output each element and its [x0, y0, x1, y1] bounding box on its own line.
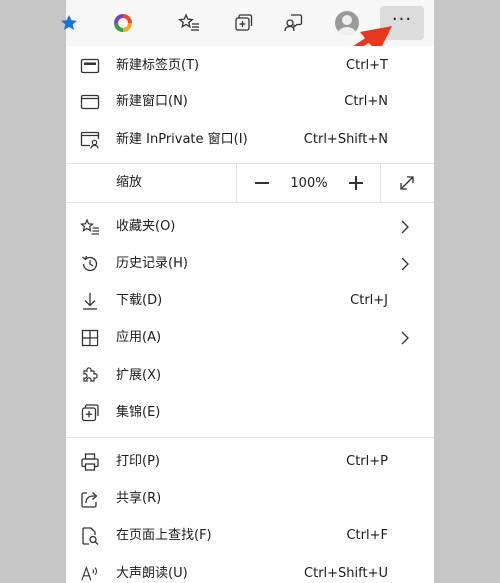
menu-item-apps[interactable]: 应用(A) — [66, 320, 434, 356]
menu-item-new-window[interactable]: 新建窗口(N) Ctrl+N — [66, 84, 434, 120]
menu-item-find-on-page[interactable]: 在页面上查找(F) Ctrl+F — [66, 518, 434, 554]
menu-item-read-aloud[interactable]: 大声朗读(U) Ctrl+Shift+U — [66, 556, 434, 583]
shortcut-text: Ctrl+N — [344, 94, 388, 109]
menu-item-new-inprivate-window[interactable]: 新建 InPrivate 窗口(I) Ctrl+Shift+N — [66, 122, 434, 158]
menu-item-downloads[interactable]: 下载(D) Ctrl+J — [66, 283, 434, 319]
zoom-divider — [380, 164, 381, 202]
zoom-control-row: 缩放 100% — [66, 164, 434, 202]
menu-item-collections[interactable]: 集锦(E) — [66, 395, 434, 431]
shortcut-text: Ctrl+Shift+U — [304, 566, 388, 581]
plus-icon — [349, 176, 363, 190]
menu-item-new-tab[interactable]: 新建标签页(T) Ctrl+T — [66, 48, 434, 84]
menu-item-share[interactable]: 共享(R) — [66, 481, 434, 517]
zoom-divider — [236, 164, 237, 202]
menu-item-label: 新建标签页(T) — [116, 58, 200, 73]
menu-item-label: 下载(D) — [116, 293, 163, 308]
history-icon — [80, 254, 100, 274]
favorites-icon[interactable] — [172, 6, 206, 40]
menu-item-label: 历史记录(H) — [116, 256, 188, 271]
new-tab-icon — [80, 56, 100, 76]
chevron-right-icon — [398, 257, 412, 271]
inprivate-window-icon — [80, 130, 100, 150]
office-logo-icon[interactable] — [106, 6, 140, 40]
chevron-right-icon — [398, 331, 412, 345]
collections-icon — [80, 403, 100, 423]
find-in-page-icon — [80, 526, 100, 546]
shortcut-text: Ctrl+T — [346, 58, 388, 73]
menu-item-extensions[interactable]: 扩展(X) — [66, 358, 434, 394]
menu-item-label: 新建窗口(N) — [116, 94, 188, 109]
zoom-label: 缩放 — [116, 175, 143, 190]
full-screen-button[interactable] — [392, 164, 422, 202]
chevron-right-icon — [398, 220, 412, 234]
menu-item-label: 共享(R) — [116, 491, 162, 506]
menu-divider — [66, 437, 434, 438]
shortcut-text: Ctrl+P — [346, 454, 388, 469]
menu-item-label: 新建 InPrivate 窗口(I) — [116, 132, 248, 147]
zoom-in-button[interactable] — [340, 164, 372, 202]
zoom-value: 100% — [290, 175, 328, 191]
menu-item-label: 扩展(X) — [116, 368, 162, 383]
minus-icon — [255, 182, 269, 184]
menu-item-favorites[interactable]: 收藏夹(O) — [66, 209, 434, 245]
share-icon — [80, 489, 100, 509]
apps-icon — [80, 328, 100, 348]
menu-item-label: 集锦(E) — [116, 405, 161, 420]
puzzle-extension-icon — [80, 366, 100, 386]
menu-item-label: 收藏夹(O) — [116, 219, 176, 234]
menu-item-label: 应用(A) — [116, 330, 162, 345]
new-window-icon — [80, 92, 100, 112]
menu-divider — [66, 202, 434, 203]
menu-item-label: 打印(P) — [116, 454, 160, 469]
menu-item-label: 大声朗读(U) — [116, 566, 188, 581]
shortcut-text: Ctrl+J — [350, 293, 388, 308]
shortcut-text: Ctrl+Shift+N — [303, 132, 388, 147]
collections-icon[interactable] — [226, 6, 260, 40]
download-icon — [80, 291, 100, 311]
favorite-star-icon[interactable] — [52, 6, 86, 40]
expand-diagonal-icon — [400, 176, 414, 190]
zoom-out-button[interactable] — [246, 164, 278, 202]
menu-item-print[interactable]: 打印(P) Ctrl+P — [66, 444, 434, 480]
shortcut-text: Ctrl+F — [346, 528, 388, 543]
read-aloud-icon — [80, 564, 100, 583]
favorites-icon — [80, 217, 100, 237]
menu-item-label: 在页面上查找(F) — [116, 528, 212, 543]
zoom-level: 100% — [284, 164, 334, 202]
printer-icon — [80, 452, 100, 472]
menu-item-history[interactable]: 历史记录(H) — [66, 246, 434, 282]
browser-settings-menu: 新建标签页(T) Ctrl+T 新建窗口(N) Ctrl+N 新建 InPriv… — [66, 46, 434, 583]
